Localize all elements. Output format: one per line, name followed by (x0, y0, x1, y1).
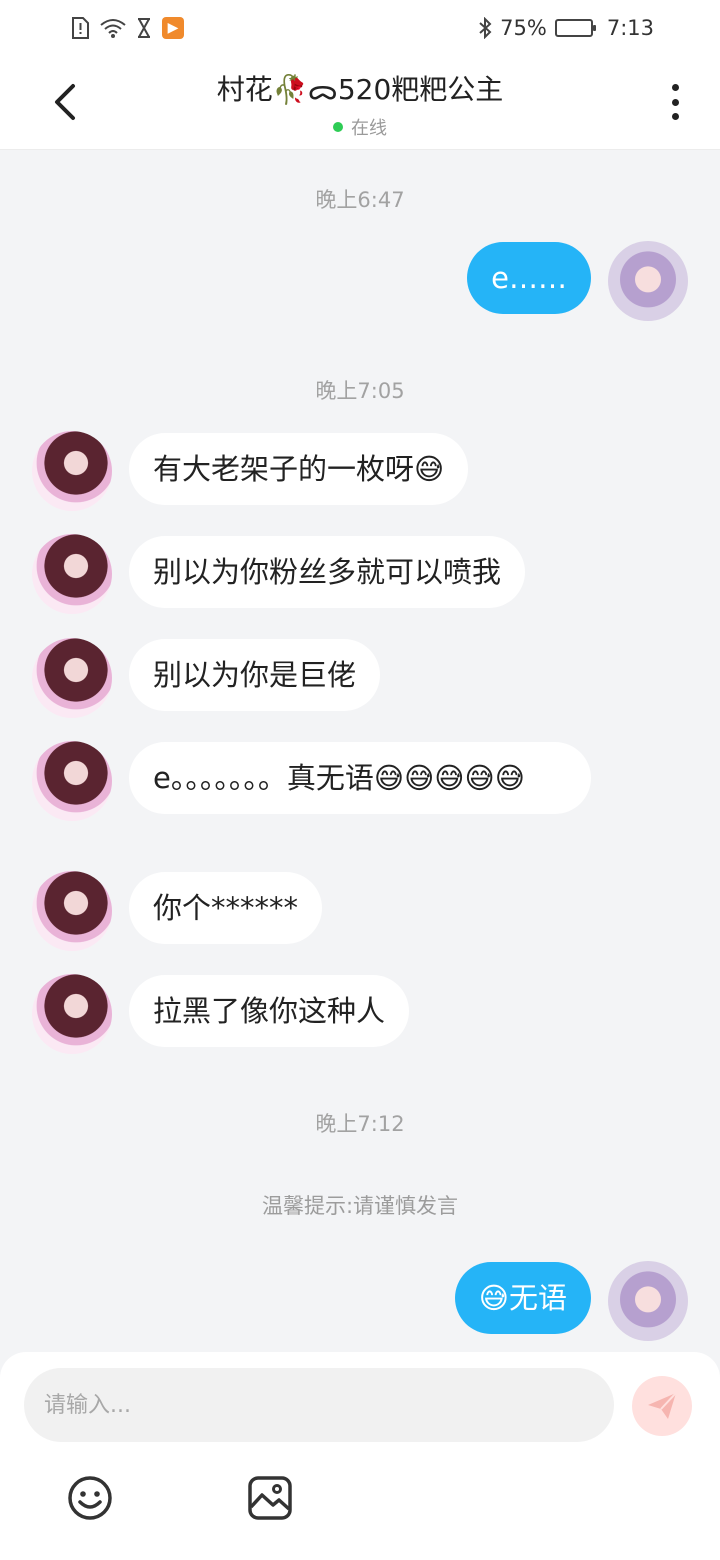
alert-card-icon (70, 17, 90, 39)
message-bubble-other[interactable]: 有大老架子的一枚呀😅 (129, 433, 469, 505)
emoji-button[interactable] (66, 1474, 114, 1522)
timestamp: 晚上7:12 (315, 1112, 405, 1136)
battery-icon (554, 19, 596, 37)
contact-name: 村花🥀ᯅ520粑粑公主 (216, 73, 504, 106)
more-dot (671, 113, 679, 120)
message-bubble-other[interactable]: 拉黑了像你这种人 (129, 975, 410, 1047)
contact-avatar[interactable] (32, 638, 112, 718)
online-status: 在线 (120, 114, 600, 140)
more-dot (671, 98, 679, 106)
status-bar-left-icons: ▶ (70, 17, 184, 39)
status-bar-right: 75% 7:13 (478, 16, 654, 40)
more-options-button[interactable] (660, 82, 690, 122)
app-play-icon: ▶ (162, 17, 184, 39)
self-avatar[interactable] (608, 241, 688, 321)
clock: 7:13 (606, 16, 654, 40)
message-bubble-self[interactable]: 😅无语 (454, 1262, 591, 1334)
more-dot (671, 84, 679, 91)
bluetooth-icon (478, 17, 492, 39)
contact-avatar[interactable] (32, 534, 112, 614)
contact-avatar[interactable] (32, 431, 112, 511)
contact-info: 村花🥀ᯅ520粑粑公主 在线 (120, 68, 600, 140)
safety-notice: 温馨提示:请谨慎发言 (261, 1194, 459, 1218)
wifi-icon (100, 18, 126, 38)
image-button[interactable] (246, 1474, 294, 1522)
message-bubble-self[interactable]: e…… (467, 242, 591, 314)
chevron-left-icon (55, 84, 75, 120)
online-status-label: 在线 (351, 118, 387, 139)
online-dot (333, 122, 343, 132)
message-bubble-other[interactable]: 你个****** (129, 872, 323, 944)
message-input[interactable] (24, 1368, 614, 1442)
chat-header: 村花🥀ᯅ520粑粑公主 在线 (0, 56, 720, 150)
message-bubble-other[interactable]: 别以为你是巨佬 (129, 639, 381, 711)
contact-avatar[interactable] (32, 741, 112, 821)
contact-avatar[interactable] (32, 974, 112, 1054)
self-avatar[interactable] (608, 1261, 688, 1341)
send-icon (648, 1392, 677, 1419)
input-bar (0, 1352, 720, 1560)
send-button[interactable] (632, 1376, 692, 1436)
status-bar: ▶ 75% 7:13 (0, 0, 720, 56)
image-icon (248, 1476, 292, 1520)
chat-area[interactable]: 晚上6:47 e…… 晚上7:05 有大老架子的一枚呀😅 别以为你粉丝多就可以喷… (0, 150, 720, 1355)
hourglass-icon (136, 18, 152, 38)
message-bubble-other[interactable]: e。。。。。。。真无语😅😅😅😅😅 (129, 742, 591, 814)
smiley-icon (68, 1476, 112, 1520)
back-button[interactable] (40, 78, 88, 126)
battery-percent: 75% (500, 16, 547, 40)
contact-avatar[interactable] (32, 871, 112, 951)
timestamp: 晚上6:47 (315, 188, 405, 212)
timestamp: 晚上7:05 (315, 379, 405, 403)
message-bubble-other[interactable]: 别以为你粉丝多就可以喷我 (129, 536, 526, 608)
